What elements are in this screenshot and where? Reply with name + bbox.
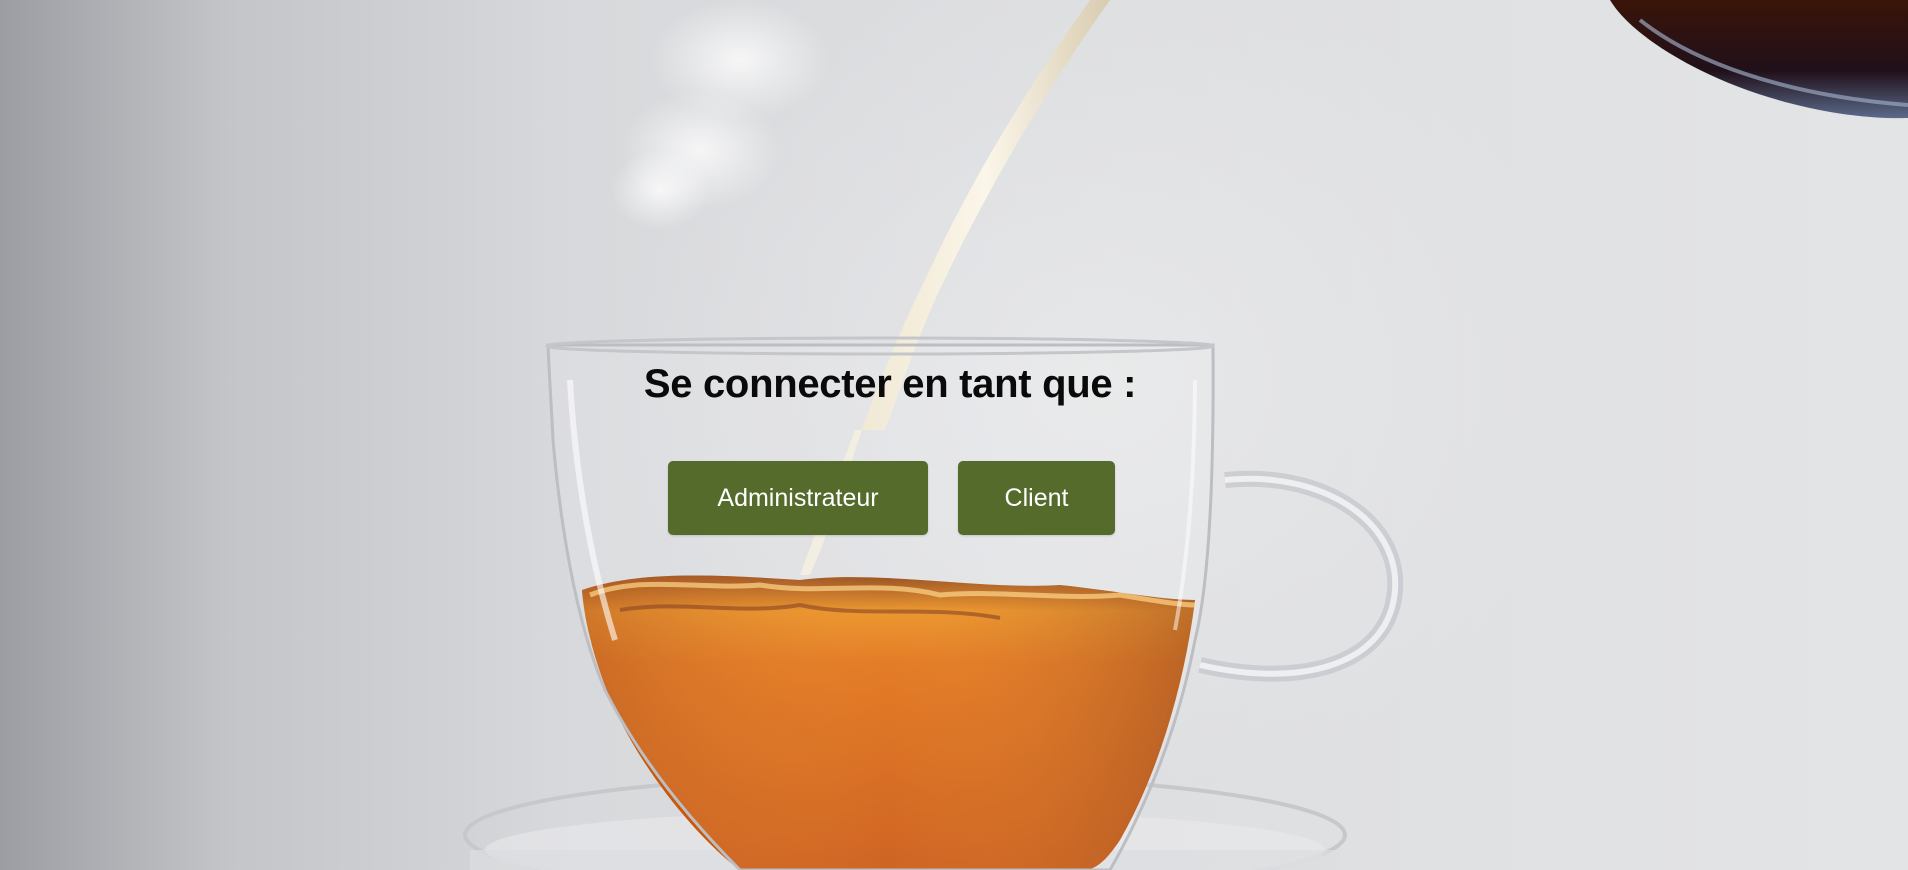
administrator-button[interactable]: Administrateur	[668, 461, 928, 535]
login-role-selector: Se connecter en tant que : Administrateu…	[0, 0, 1908, 870]
page-title: Se connecter en tant que :	[643, 362, 1137, 406]
client-button[interactable]: Client	[958, 461, 1115, 535]
